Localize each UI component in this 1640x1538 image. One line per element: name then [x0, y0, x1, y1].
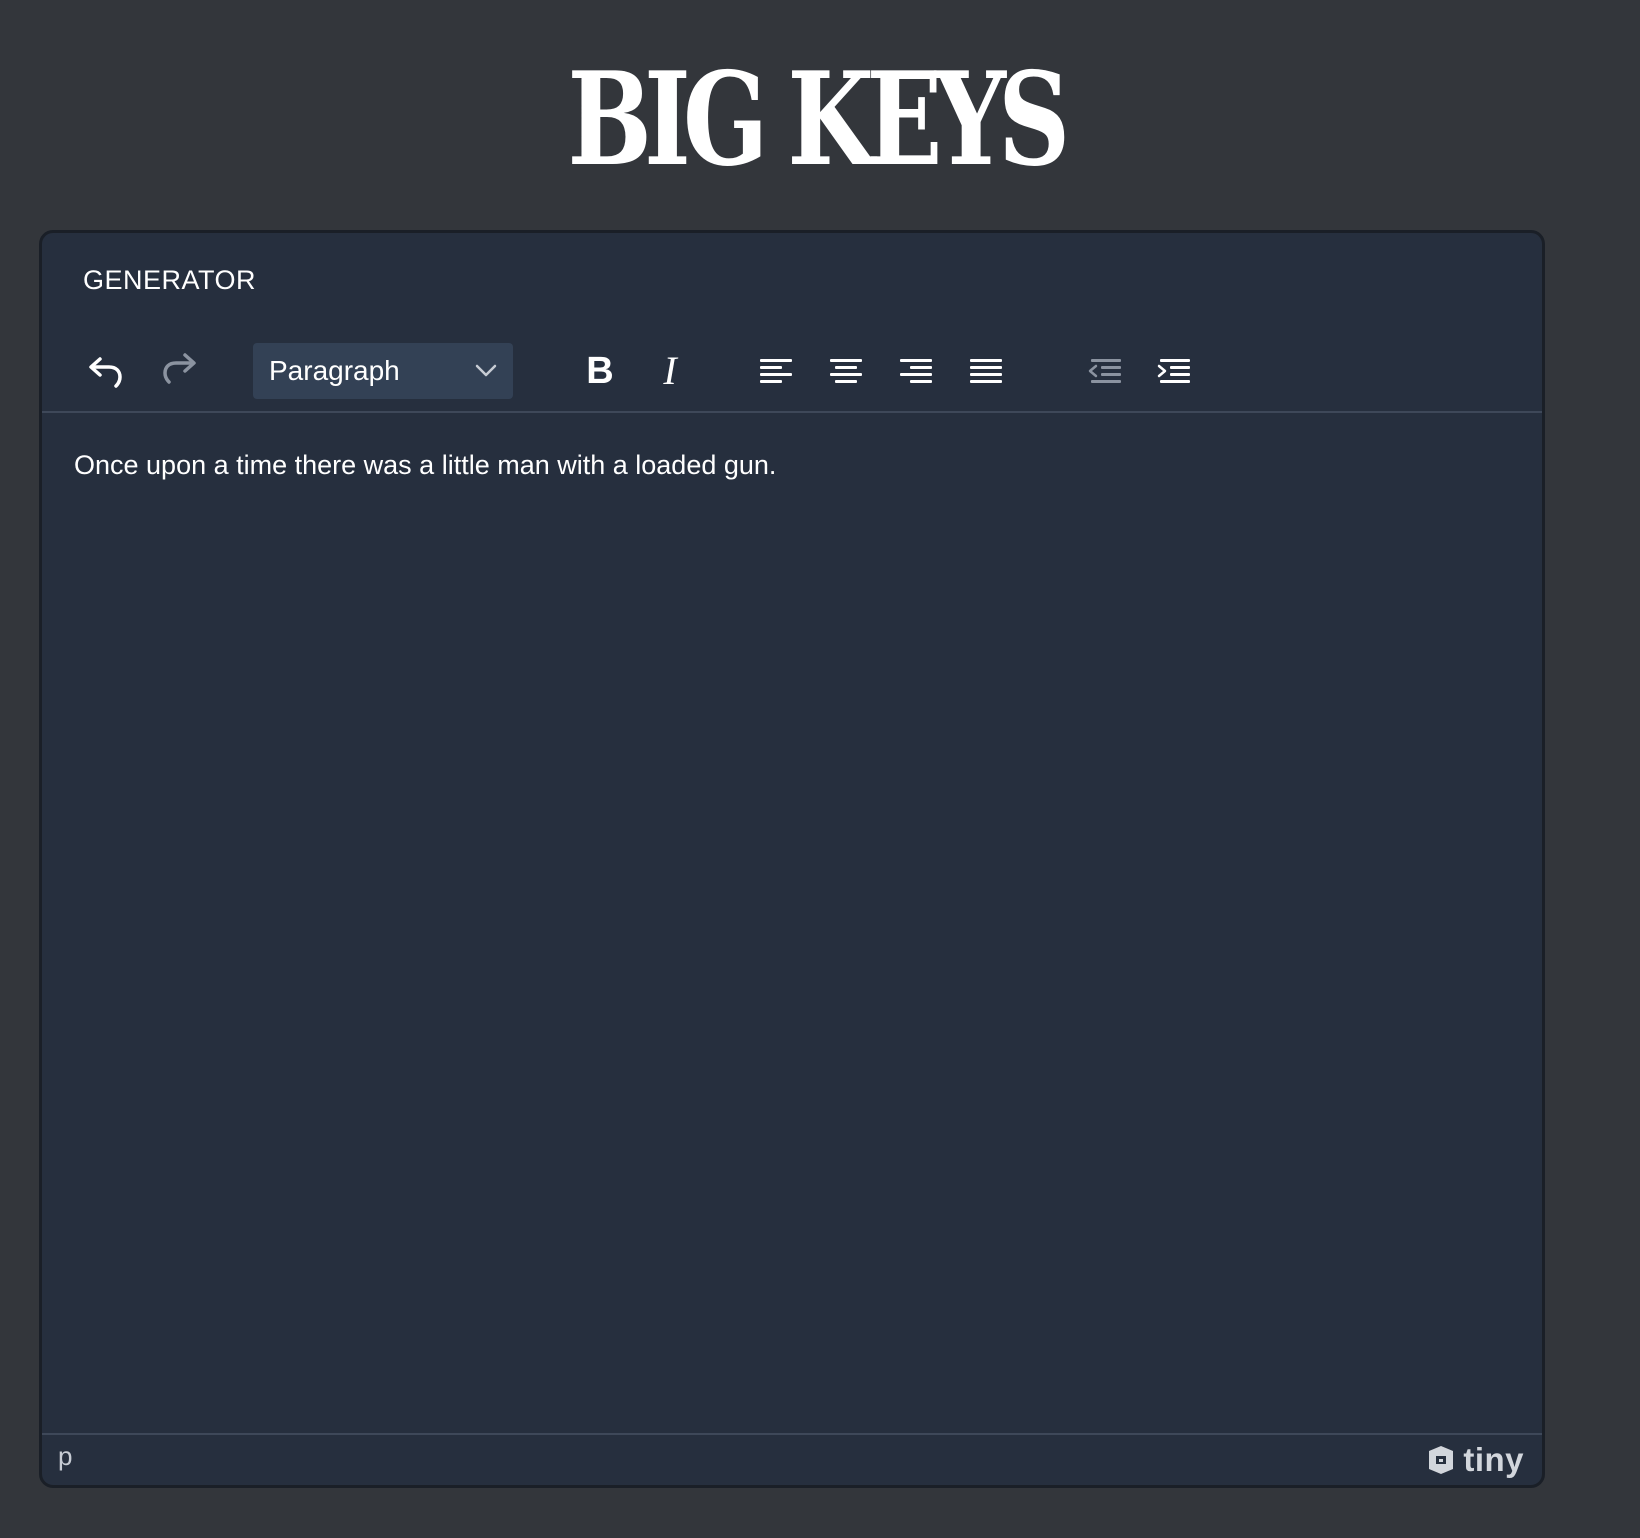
rich-text-editor: GENERATOR Paragraph B I Once upon a time…	[39, 230, 1545, 1488]
italic-button[interactable]: I	[641, 341, 699, 399]
page: BIG KEYS GENERATOR Paragraph B I Once up…	[0, 0, 1640, 1538]
undo-button[interactable]	[77, 341, 135, 399]
redo-button[interactable]	[150, 341, 208, 399]
bold-button[interactable]: B	[571, 341, 629, 399]
align-right-button[interactable]	[887, 341, 945, 399]
undo-icon	[89, 357, 122, 388]
align-left-icon	[760, 359, 792, 383]
align-right-icon	[900, 359, 932, 383]
content-paragraph[interactable]: Once upon a time there was a little man …	[74, 445, 1510, 485]
svg-text:B: B	[586, 350, 613, 390]
bold-icon: B	[586, 350, 613, 390]
align-justify-icon	[970, 359, 1002, 383]
tiny-branding-link[interactable]: tiny	[1425, 1441, 1524, 1479]
chevron-down-icon	[475, 364, 497, 377]
outdent-button[interactable]	[1076, 341, 1134, 399]
align-left-button[interactable]	[747, 341, 805, 399]
outdent-icon	[1088, 359, 1121, 383]
toolbar-divider	[42, 411, 1542, 413]
svg-text:I: I	[662, 350, 678, 390]
redo-icon	[163, 353, 196, 384]
site-logo: BIG KEYS	[567, 45, 1071, 195]
element-path[interactable]: p	[58, 1441, 72, 1472]
indent-button[interactable]	[1145, 341, 1203, 399]
branding-text: tiny	[1463, 1441, 1524, 1478]
italic-icon: I	[662, 350, 678, 390]
editor-statusbar: p tiny	[42, 1435, 1542, 1485]
block-format-select[interactable]: Paragraph	[253, 343, 513, 399]
tiny-logo-icon	[1429, 1446, 1454, 1474]
block-format-label: Paragraph	[269, 355, 400, 386]
align-center-icon	[830, 359, 862, 383]
align-justify-button[interactable]	[957, 341, 1015, 399]
editor-content-area[interactable]: Once upon a time there was a little man …	[74, 445, 1510, 1430]
align-center-button[interactable]	[817, 341, 875, 399]
editor-title: GENERATOR	[83, 265, 257, 295]
indent-icon	[1157, 359, 1190, 383]
editor-toolbar: Paragraph B I	[42, 333, 1542, 413]
